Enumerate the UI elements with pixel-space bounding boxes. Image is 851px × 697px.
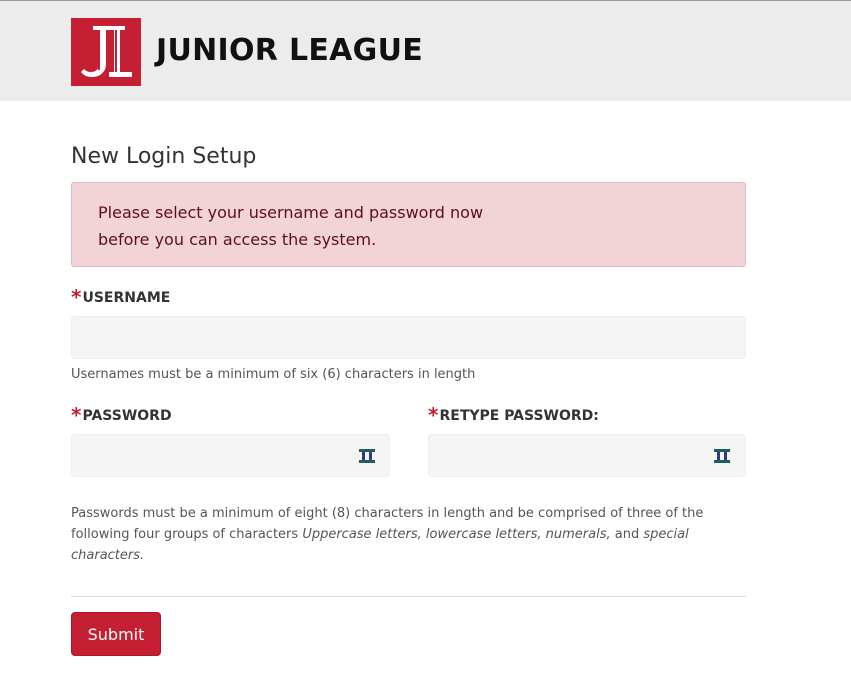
required-marker: * <box>71 403 82 427</box>
alert-line-2: before you can access the system. <box>98 230 377 249</box>
alert-message: Please select your username and password… <box>71 182 746 267</box>
password-manager-icon[interactable] <box>359 449 375 463</box>
password-manager-icon[interactable] <box>714 449 730 463</box>
junior-league-logo-icon[interactable] <box>71 18 141 86</box>
password-input[interactable] <box>71 434 390 477</box>
form-divider <box>71 596 746 597</box>
username-label-text: USERNAME <box>82 290 171 306</box>
username-help: Usernames must be a minimum of six (6) c… <box>71 367 476 382</box>
brand-name: JUNIOR LEAGUE <box>156 33 424 68</box>
uppercase-text: Uppercase letters, <box>302 527 422 542</box>
numerals-text: numerals, <box>545 527 611 542</box>
page-title: New Login Setup <box>71 144 257 169</box>
required-marker: * <box>428 403 439 427</box>
retype-password-label: *RETYPE PASSWORD: <box>428 403 599 427</box>
username-label: *USERNAME <box>71 285 171 309</box>
and-text: and <box>610 527 644 542</box>
site-header: JUNIOR LEAGUE <box>0 0 851 101</box>
lowercase-text: lowercase letters, <box>425 527 542 542</box>
retype-password-input[interactable] <box>428 434 746 477</box>
password-help: Passwords must be a minimum of eight (8)… <box>71 503 711 566</box>
password-label-text: PASSWORD <box>82 408 172 424</box>
submit-button[interactable]: Submit <box>71 612 161 656</box>
username-input[interactable] <box>71 316 746 359</box>
password-label: *PASSWORD <box>71 403 172 427</box>
alert-line-1: Please select your username and password… <box>98 203 484 222</box>
logo-mark-icon <box>81 26 132 77</box>
retype-password-label-text: RETYPE PASSWORD: <box>439 408 599 424</box>
required-marker: * <box>71 285 82 309</box>
